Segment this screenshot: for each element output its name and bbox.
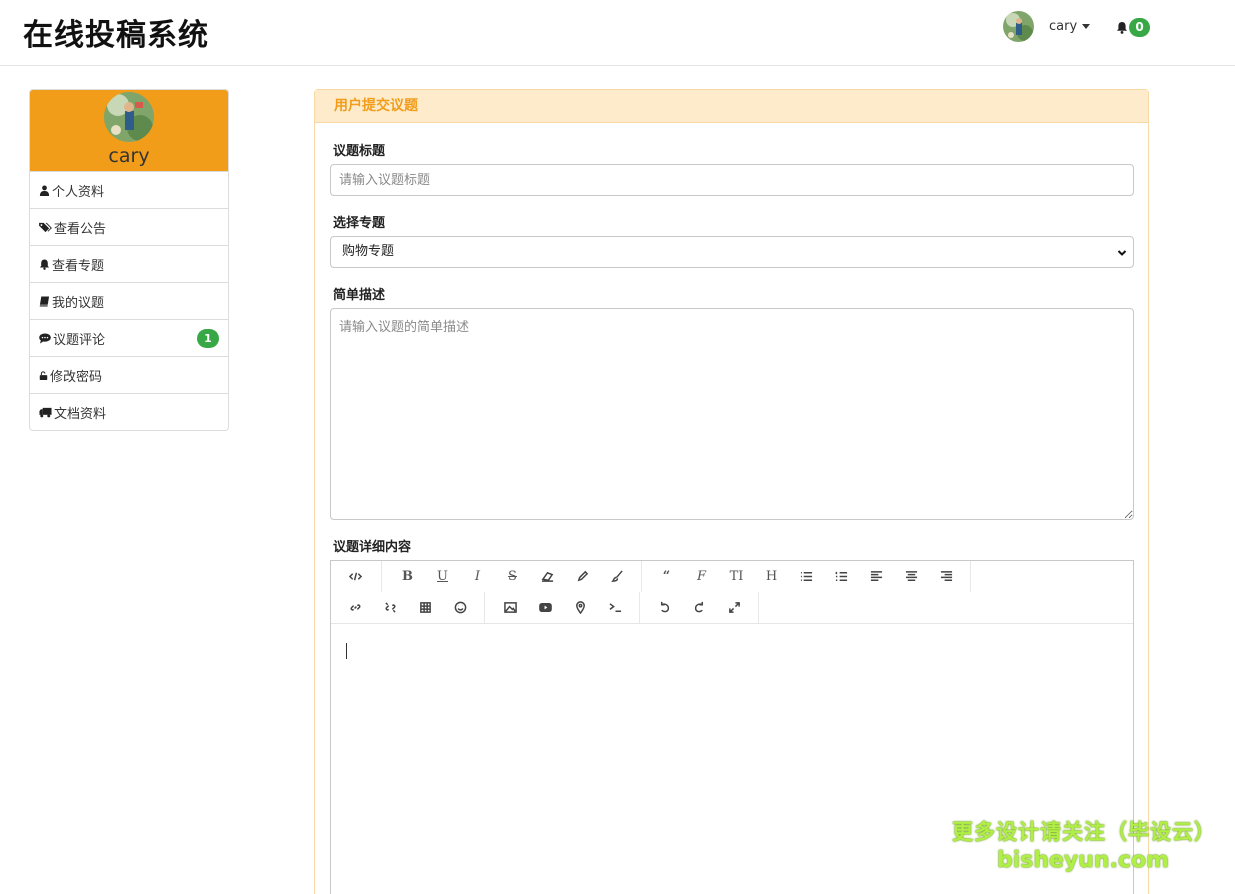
toolbar-group: B U I S <box>382 561 642 592</box>
toolbar-row-1: B U I S “ F TI H <box>331 561 971 592</box>
sidebar: cary 个人资料 查看公告 查看专题 我的议题 议题评论 1 修改密码 文档资… <box>29 89 229 431</box>
italic-icon[interactable]: I <box>460 563 495 591</box>
avatar <box>1003 10 1034 42</box>
video-icon[interactable] <box>528 594 563 622</box>
link-icon[interactable] <box>338 594 373 622</box>
sidebar-item-my-topics[interactable]: 我的议题 <box>30 282 228 319</box>
topic-label: 选择专题 <box>333 216 386 231</box>
bold-icon[interactable]: B <box>390 563 425 591</box>
fullscreen-icon[interactable] <box>717 594 752 622</box>
sidebar-item-announcements[interactable]: 查看公告 <box>30 208 228 245</box>
sidebar-item-change-password[interactable]: 修改密码 <box>30 356 228 393</box>
sidebar-item-label: 查看公告 <box>54 221 107 237</box>
description-textarea[interactable] <box>330 308 1134 520</box>
username: cary <box>1049 18 1078 34</box>
toolbar-row-2 <box>331 592 759 623</box>
brush-icon[interactable] <box>600 563 635 591</box>
pencil-icon[interactable] <box>565 563 600 591</box>
notifications-button[interactable]: 0 <box>1116 18 1150 37</box>
content-label: 议题详细内容 <box>333 540 412 555</box>
top-header: 在线投稿系统 cary 0 <box>0 0 1235 66</box>
sidebar-item-documents[interactable]: 文档资料 <box>30 393 228 430</box>
title-label: 议题标题 <box>333 144 386 159</box>
emoji-icon[interactable] <box>443 594 478 622</box>
terminal-icon[interactable] <box>598 594 633 622</box>
watermark-line2: bisheyun.com <box>996 848 1170 873</box>
toolbar-group <box>485 592 640 623</box>
sidebar-item-label: 查看专题 <box>52 258 105 274</box>
font-size-icon[interactable]: TI <box>719 563 754 591</box>
bullet-list-icon[interactable] <box>789 563 824 591</box>
sidebar-item-label: 议题评论 <box>53 332 106 348</box>
watermark: 更多设计请关注（毕设云） bisheyun.com <box>952 816 1216 873</box>
editor-toolbar: B U I S “ F TI H <box>331 561 1133 624</box>
quote-icon[interactable]: “ <box>649 563 684 591</box>
title-input[interactable] <box>330 164 1134 196</box>
undo-icon[interactable] <box>647 594 682 622</box>
map-pin-icon[interactable] <box>563 594 598 622</box>
unlock-icon <box>39 370 48 380</box>
heading-icon[interactable]: H <box>754 563 789 591</box>
toolbar-group <box>331 592 485 623</box>
sidebar-item-comments[interactable]: 议题评论 1 <box>30 319 228 356</box>
chevron-down-icon <box>1082 23 1091 29</box>
book-icon <box>39 295 50 307</box>
sidebar-item-label: 修改密码 <box>50 369 103 385</box>
truck-icon <box>39 407 52 417</box>
tags-icon <box>39 222 52 232</box>
description-label: 简单描述 <box>333 288 386 303</box>
toolbar-group: “ F TI H <box>642 561 971 592</box>
sidebar-item-label: 我的议题 <box>52 295 105 311</box>
toolbar-group <box>331 561 382 592</box>
bell-icon <box>39 258 50 270</box>
sidebar-item-label: 个人资料 <box>52 184 105 200</box>
redo-icon[interactable] <box>682 594 717 622</box>
sidebar-item-profile[interactable]: 个人资料 <box>30 171 228 208</box>
strikethrough-icon[interactable]: S <box>495 563 530 591</box>
align-left-icon[interactable] <box>859 563 894 591</box>
underline-icon[interactable]: U <box>425 563 460 591</box>
user-menu[interactable]: cary <box>1003 10 1091 42</box>
topic-select[interactable]: 购物专题 <box>330 236 1134 268</box>
comment-icon <box>39 332 51 344</box>
profile-name: cary <box>108 145 150 167</box>
topic-select-value: 购物专题 <box>342 244 395 259</box>
panel-title: 用户提交议题 <box>315 90 1148 123</box>
site-brand[interactable]: 在线投稿系统 <box>23 10 209 54</box>
align-center-icon[interactable] <box>894 563 929 591</box>
comments-count-badge: 1 <box>197 329 219 348</box>
bell-icon <box>1117 22 1127 34</box>
image-icon[interactable] <box>493 594 528 622</box>
align-right-icon[interactable] <box>929 563 964 591</box>
code-view-icon[interactable] <box>338 563 373 591</box>
notification-count-badge: 0 <box>1129 18 1150 37</box>
profile-card: cary <box>30 90 228 171</box>
unlink-icon[interactable] <box>373 594 408 622</box>
toolbar-group <box>640 592 759 623</box>
chevron-down-icon <box>1117 250 1127 256</box>
eraser-icon[interactable] <box>530 563 565 591</box>
watermark-line1: 更多设计请关注（毕设云） <box>952 820 1216 844</box>
user-icon <box>39 185 50 196</box>
sidebar-item-topics[interactable]: 查看专题 <box>30 245 228 282</box>
submit-topic-panel: 用户提交议题 议题标题 选择专题 购物专题 简单描述 议题详细内容 B U I … <box>314 89 1149 894</box>
numbered-list-icon[interactable] <box>824 563 859 591</box>
font-icon[interactable]: F <box>684 563 719 591</box>
table-icon[interactable] <box>408 594 443 622</box>
sidebar-item-label: 文档资料 <box>54 406 107 422</box>
profile-avatar <box>104 92 154 142</box>
